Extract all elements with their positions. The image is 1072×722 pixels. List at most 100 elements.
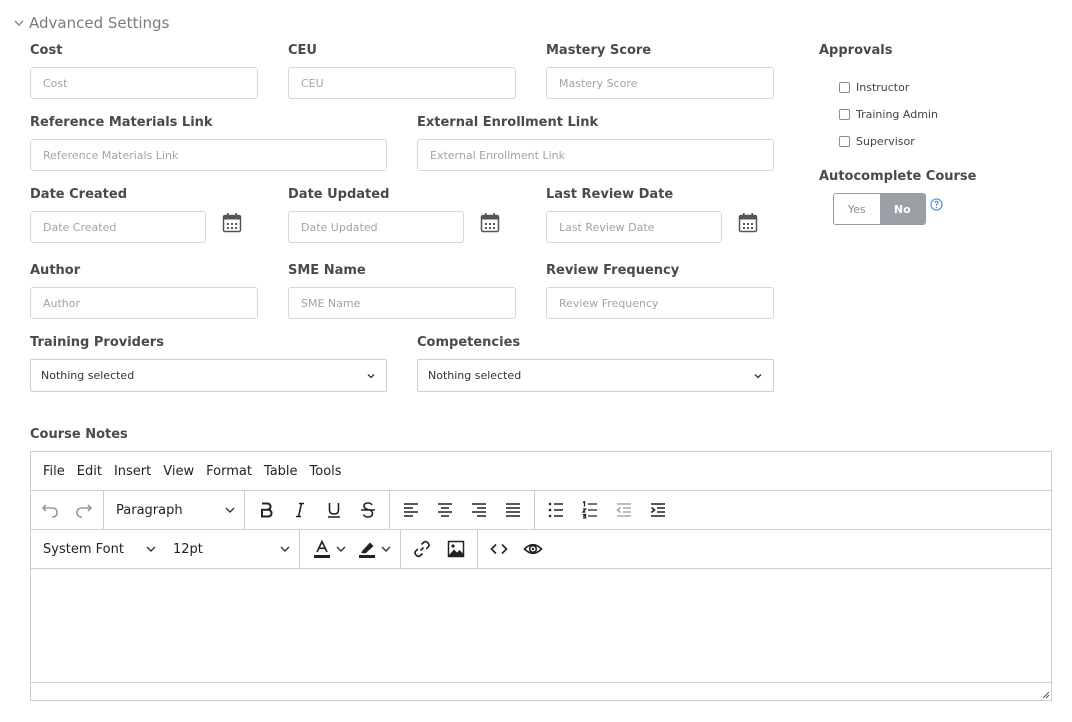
source-code-button[interactable] [482,534,516,564]
align-center-icon [438,503,452,517]
align-center-button[interactable] [428,495,462,525]
cost-label: Cost [30,43,63,58]
highlight-icon [359,542,375,558]
underline-button[interactable] [317,495,351,525]
bold-button[interactable] [249,495,283,525]
autocomplete-no-button[interactable]: No [879,194,925,224]
bullet-list-button[interactable] [539,495,573,525]
font-family-dropdown[interactable]: System Font [31,534,165,564]
font-family-value: System Font [43,541,124,557]
help-icon[interactable] [930,198,943,211]
preview-icon [523,543,543,555]
sme-name-input[interactable] [288,287,516,319]
mastery-score-label: Mastery Score [546,43,652,58]
checkbox-label: Supervisor [856,135,915,148]
ceu-input[interactable] [288,67,516,99]
checkbox-box[interactable] [839,82,850,93]
checkbox-box[interactable] [839,109,850,120]
outdent-icon [616,503,631,517]
competencies-label: Competencies [417,335,521,350]
bullet-list-icon [548,502,563,518]
cost-input[interactable] [30,67,258,99]
autocomplete-yes-button[interactable]: Yes [834,194,880,224]
redo-button[interactable] [67,495,101,525]
font-size-dropdown[interactable]: 12pt [165,534,299,564]
strikethrough-button[interactable] [351,495,385,525]
text-color-icon [314,539,330,558]
highlight-color-button[interactable] [355,534,394,564]
autocomplete-toggle[interactable]: Yes No [833,193,926,225]
advanced-settings-toggle[interactable]: Advanced Settings [12,14,169,32]
select-value: Nothing selected [41,369,135,382]
editor-content-area[interactable] [31,569,1051,683]
indent-button[interactable] [641,495,675,525]
menu-format[interactable]: Format [200,464,258,479]
author-input[interactable] [30,287,258,319]
rich-text-editor: File Edit Insert View Format Table Tools… [30,451,1052,701]
chevron-down-icon [280,546,290,552]
ceu-label: CEU [288,43,317,58]
code-icon [490,543,508,555]
chevron-down-icon [754,373,762,378]
approval-instructor-checkbox[interactable]: Instructor [839,81,909,94]
align-justify-icon [506,503,520,517]
date-updated-input[interactable] [288,211,464,243]
redo-icon [76,504,93,518]
block-format-dropdown[interactable]: Paragraph [104,495,244,525]
menu-edit[interactable]: Edit [71,464,108,479]
numbered-list-icon [581,500,597,519]
menu-tools[interactable]: Tools [304,464,348,479]
date-created-label: Date Created [30,187,127,202]
mastery-score-input[interactable] [546,67,774,99]
image-icon [447,540,465,558]
outdent-button[interactable] [607,495,641,525]
review-frequency-input[interactable] [546,287,774,319]
align-left-button[interactable] [394,495,428,525]
calendar-icon[interactable] [222,212,242,234]
calendar-icon[interactable] [738,212,758,234]
chevron-down-icon [381,546,391,552]
editor-statusbar [31,683,1051,700]
approvals-label: Approvals [819,43,893,58]
insert-link-button[interactable] [405,534,439,564]
menu-view[interactable]: View [157,464,200,479]
numbered-list-button[interactable] [573,495,607,525]
chevron-down-icon [367,373,375,378]
training-providers-select[interactable]: Nothing selected [30,359,387,392]
align-justify-button[interactable] [496,495,530,525]
reference-link-input[interactable] [30,139,387,171]
italic-icon [296,502,304,518]
editor-menubar: File Edit Insert View Format Table Tools [31,452,1051,491]
menu-insert[interactable]: Insert [108,464,157,479]
menu-table[interactable]: Table [258,464,304,479]
align-right-button[interactable] [462,495,496,525]
training-providers-label: Training Providers [30,335,164,350]
date-created-input[interactable] [30,211,206,243]
chevron-down-icon [336,546,346,552]
preview-button[interactable] [516,534,550,564]
checkbox-box[interactable] [839,136,850,147]
competencies-select[interactable]: Nothing selected [417,359,774,392]
chevron-down-icon [146,546,156,552]
align-right-icon [472,503,486,517]
approval-training-admin-checkbox[interactable]: Training Admin [839,108,938,121]
font-size-value: 12pt [173,541,203,557]
text-color-button[interactable] [310,534,349,564]
calendar-icon[interactable] [480,212,500,234]
last-review-date-label: Last Review Date [546,187,674,202]
sme-name-label: SME Name [288,263,366,278]
external-link-label: External Enrollment Link [417,115,599,130]
checkbox-label: Instructor [856,81,910,94]
approval-supervisor-checkbox[interactable]: Supervisor [839,135,915,148]
italic-button[interactable] [283,495,317,525]
external-link-input[interactable] [417,139,774,171]
insert-image-button[interactable] [439,534,473,564]
author-label: Author [30,263,81,278]
indent-icon [650,503,665,517]
resize-handle-icon[interactable] [1040,689,1050,699]
autocomplete-label: Autocomplete Course [819,169,977,184]
undo-icon [41,504,58,518]
last-review-date-input[interactable] [546,211,722,243]
undo-button[interactable] [33,495,67,525]
menu-file[interactable]: File [37,464,71,479]
